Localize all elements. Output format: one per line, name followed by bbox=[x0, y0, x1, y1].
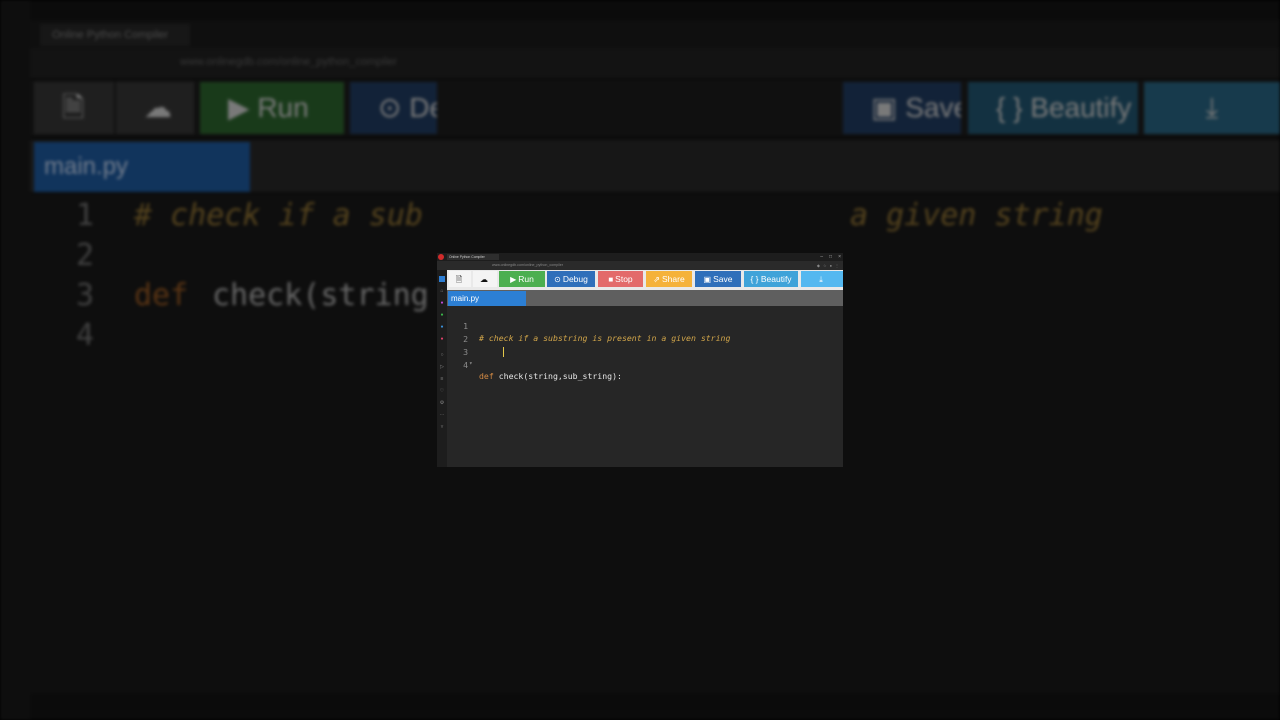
text-cursor bbox=[503, 347, 504, 357]
save-button[interactable]: ▣ Save bbox=[695, 271, 741, 287]
bg-run-button: ▶ Run bbox=[200, 82, 344, 134]
rail-app-icon[interactable] bbox=[439, 276, 445, 282]
rail-settings-icon[interactable]: ⚙ bbox=[439, 400, 445, 406]
bg-url-text: www.onlinegdb.com/online_python_compiler bbox=[180, 56, 398, 68]
bg-line-3-text: check(string bbox=[212, 278, 429, 313]
code-line-4: 4 bbox=[447, 347, 843, 370]
code-line-1: 1 # check if a substring is present in a… bbox=[447, 308, 843, 343]
code-line-3: 3 ▾ def check(string,sub_string): bbox=[447, 334, 843, 381]
bg-line-number-1: 1 bbox=[76, 198, 95, 233]
bg-file-tab: main.py bbox=[34, 142, 250, 192]
download-icon: ⤓ bbox=[819, 275, 823, 284]
minimize-icon[interactable]: – bbox=[820, 253, 823, 261]
bg-line-number-3: 3 bbox=[76, 278, 95, 313]
save-label: Save bbox=[713, 274, 733, 284]
bg-file-tab-row: main.py bbox=[30, 140, 1280, 192]
bookmark-icon[interactable]: ☆ bbox=[823, 261, 827, 270]
rail-history-icon[interactable]: ≡ bbox=[439, 376, 445, 382]
debug-label: Debug bbox=[562, 274, 588, 284]
rail-pin-icon[interactable]: ▿ bbox=[439, 424, 445, 430]
bg-side-rail bbox=[0, 0, 30, 720]
run-button[interactable]: ▶ Run bbox=[499, 271, 545, 287]
bg-line-number-2: 2 bbox=[76, 238, 95, 273]
bg-beautify-button: { } Beautify bbox=[968, 82, 1138, 134]
code-line-2: 2 bbox=[447, 321, 843, 344]
window-controls: – □ × bbox=[820, 253, 841, 261]
address-bar-icons: ◆ ☆ ● ⋮ bbox=[817, 261, 839, 270]
new-file-button[interactable]: 🗎 bbox=[449, 271, 471, 287]
file-icon: 🗎 bbox=[455, 275, 463, 284]
profile-icon[interactable]: ● bbox=[830, 261, 832, 270]
extension-icon[interactable]: ◆ bbox=[817, 261, 820, 270]
bg-debug-button: ⊙ De bbox=[350, 82, 437, 134]
rail-more-icon[interactable]: ⋯ bbox=[439, 412, 445, 418]
debug-icon: ⊙ bbox=[554, 275, 561, 284]
rail-home-icon[interactable]: ⌂ bbox=[439, 288, 445, 294]
code-editor[interactable]: 1 # check if a substring is present in a… bbox=[447, 306, 843, 467]
stop-icon: ■ bbox=[608, 275, 614, 284]
rail-play-icon[interactable]: ▷ bbox=[439, 364, 445, 370]
bg-address-bar: www.onlinegdb.com/online_python_compiler bbox=[30, 48, 1280, 78]
bg-tab-bar: Online Python Compiler bbox=[30, 20, 1280, 48]
close-icon[interactable]: × bbox=[838, 253, 841, 261]
browser-tab[interactable]: Online Python Compiler bbox=[447, 254, 499, 260]
browser-logo-icon bbox=[438, 254, 444, 260]
rail-whatsapp-icon[interactable]: ● bbox=[439, 312, 445, 318]
url-text[interactable]: www.onlinegdb.com/online_python_compiler bbox=[492, 261, 563, 270]
share-icon: ⇗ bbox=[653, 275, 660, 284]
rail-instagram-icon[interactable]: ● bbox=[439, 336, 445, 342]
file-tab-main-py[interactable]: main.py bbox=[448, 291, 526, 306]
menu-icon[interactable]: ⋮ bbox=[835, 261, 839, 270]
keyword-def: def bbox=[479, 371, 499, 381]
bg-line-number-4: 4 bbox=[76, 318, 95, 353]
rail-heart-icon[interactable]: ♡ bbox=[439, 388, 445, 394]
upload-button[interactable]: ☁ bbox=[473, 271, 497, 287]
debug-button[interactable]: ⊙ Debug bbox=[547, 271, 595, 287]
bg-browser-tab: Online Python Compiler bbox=[40, 24, 190, 46]
function-signature: check(string,sub_string): bbox=[498, 371, 622, 381]
bg-line-3-keyword: def bbox=[134, 278, 189, 313]
rail-clock-icon[interactable]: ○ bbox=[439, 352, 445, 358]
line-3-code: def check(string,sub_string): bbox=[479, 370, 622, 382]
file-tab-row: main.py bbox=[447, 290, 843, 306]
share-label: Share bbox=[662, 274, 685, 284]
rail-telegram-icon[interactable]: ● bbox=[439, 324, 445, 330]
browser-side-rail: ⌂ ● ● ● ● ○ ▷ ≡ ♡ ⚙ ⋯ ▿ bbox=[437, 270, 447, 467]
bg-save-button: ▣ Save bbox=[843, 82, 961, 134]
maximize-icon[interactable]: □ bbox=[829, 253, 832, 261]
browser-window: Online Python Compiler – □ × www.onlineg… bbox=[437, 253, 843, 467]
bg-toolbar: 🗎 ☁ ▶ Run ⊙ De ▣ Save { } Beautify ⤓ bbox=[30, 80, 1280, 136]
run-label: Run bbox=[518, 274, 534, 284]
stop-button[interactable]: ■ Stop bbox=[598, 271, 643, 287]
bg-line-1-left: # check if a sub bbox=[134, 198, 423, 233]
share-button[interactable]: ⇗ Share bbox=[646, 271, 692, 287]
bg-download-icon: ⤓ bbox=[1144, 82, 1280, 134]
browser-title-bar: Online Python Compiler – □ × bbox=[437, 253, 843, 261]
line-number: 4 bbox=[463, 360, 468, 370]
compiler-toolbar: 🗎 ☁ ▶ Run ⊙ Debug ■ Stop ⇗ Share ▣ Save { } B… bbox=[447, 270, 843, 290]
beautify-label: { } Beautify bbox=[750, 274, 792, 284]
bg-file-icon: 🗎 bbox=[34, 82, 114, 134]
stop-label: Stop bbox=[615, 274, 633, 284]
bg-upload-icon: ☁ bbox=[116, 82, 194, 134]
beautify-button[interactable]: { } Beautify bbox=[744, 271, 798, 287]
save-icon: ▣ bbox=[703, 275, 712, 284]
address-bar[interactable]: www.onlinegdb.com/online_python_compiler… bbox=[437, 261, 843, 270]
rail-messenger-icon[interactable]: ● bbox=[439, 300, 445, 306]
download-button[interactable]: ⤓ bbox=[801, 271, 843, 287]
play-icon: ▶ bbox=[510, 275, 517, 284]
cloud-upload-icon: ☁ bbox=[480, 275, 488, 284]
bg-line-1-right: a given string bbox=[850, 198, 1103, 233]
